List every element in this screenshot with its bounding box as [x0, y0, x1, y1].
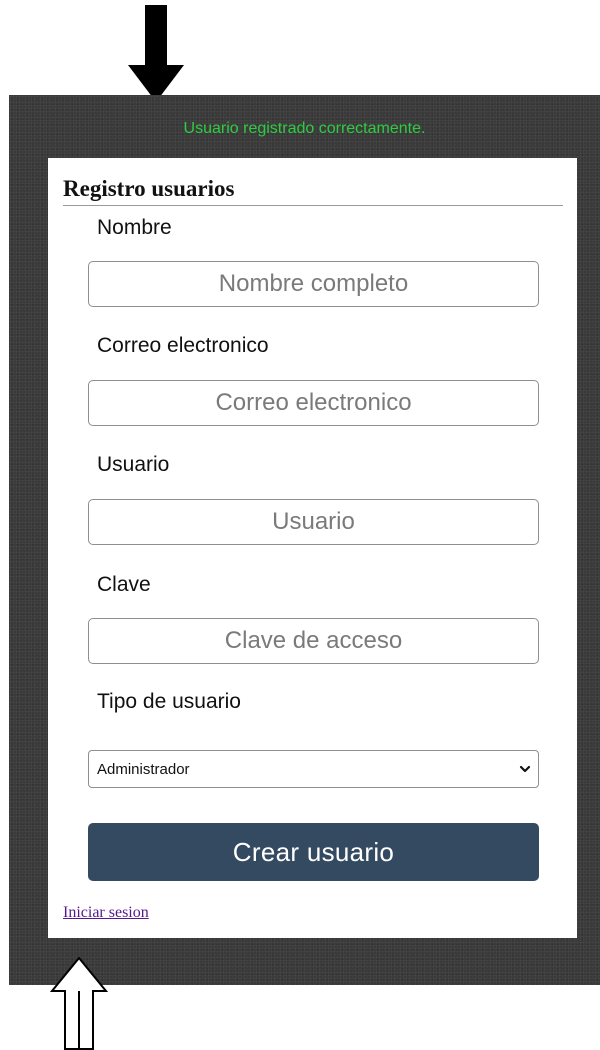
- clave-input[interactable]: [88, 618, 539, 664]
- nombre-input[interactable]: [88, 261, 539, 307]
- tipo-usuario-label: Tipo de usuario: [97, 690, 241, 713]
- arrow-down-icon: [128, 5, 184, 102]
- correo-label: Correo electronico: [97, 334, 269, 357]
- clave-label: Clave: [97, 573, 151, 596]
- chevron-down-icon: [519, 765, 531, 773]
- form-title: Registro usuarios: [63, 175, 563, 206]
- correo-input[interactable]: [88, 380, 539, 426]
- usuario-label: Usuario: [97, 453, 170, 476]
- iniciar-sesion-link[interactable]: Iniciar sesion: [63, 904, 149, 922]
- crear-usuario-button[interactable]: Crear usuario: [88, 823, 539, 881]
- tipo-usuario-select[interactable]: Administrador: [88, 750, 539, 788]
- tipo-usuario-selected: Administrador: [97, 761, 190, 778]
- nombre-label: Nombre: [97, 216, 172, 239]
- success-message: Usuario registrado correctamente.: [183, 120, 426, 137]
- registration-form: Registro usuarios Nombre Correo electron…: [48, 158, 577, 938]
- usuario-input[interactable]: [88, 499, 539, 545]
- arrow-up-icon: [50, 957, 108, 1050]
- page: Usuario registrado correctamente. Regist…: [0, 0, 600, 1050]
